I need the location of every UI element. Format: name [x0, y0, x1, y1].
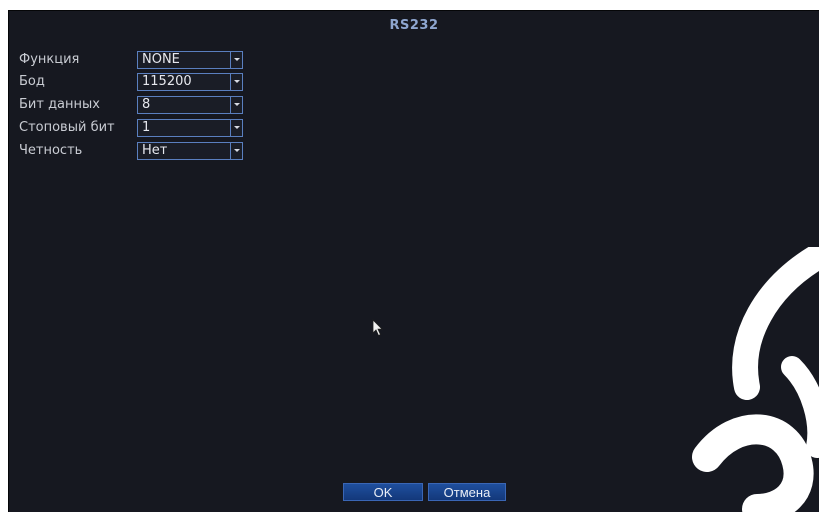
stop-bits-label: Стоповый бит: [19, 120, 115, 135]
function-label: Функция: [19, 52, 80, 67]
data-bits-value: 8: [142, 97, 151, 112]
baud-select[interactable]: 115200: [137, 73, 243, 91]
chevron-down-icon[interactable]: [230, 74, 242, 90]
chevron-down-icon[interactable]: [230, 120, 242, 136]
parity-select[interactable]: Нет: [137, 142, 243, 160]
stop-bits-select[interactable]: 1: [137, 119, 243, 137]
dialog-title: RS232: [389, 18, 439, 33]
ok-button[interactable]: OK: [343, 483, 423, 501]
title-bar: RS232: [9, 11, 819, 37]
baud-label: Бод: [19, 74, 45, 89]
chevron-down-icon[interactable]: [230, 52, 242, 68]
baud-value: 115200: [142, 74, 192, 89]
cancel-button[interactable]: Отмена: [428, 483, 506, 501]
parity-value: Нет: [142, 143, 168, 158]
stop-bits-value: 1: [142, 120, 151, 135]
chevron-down-icon[interactable]: [230, 143, 242, 159]
chevron-down-icon[interactable]: [230, 97, 242, 113]
rs232-dialog: RS232 Функция NONE Бод 115200 Бит данных…: [8, 10, 819, 512]
mouse-pointer-icon: [372, 319, 384, 337]
watermark-graphic: [692, 247, 819, 512]
function-select[interactable]: NONE: [137, 51, 243, 69]
data-bits-select[interactable]: 8: [137, 96, 243, 114]
function-value: NONE: [142, 52, 180, 67]
parity-label: Четность: [19, 143, 83, 158]
data-bits-label: Бит данных: [19, 97, 100, 112]
